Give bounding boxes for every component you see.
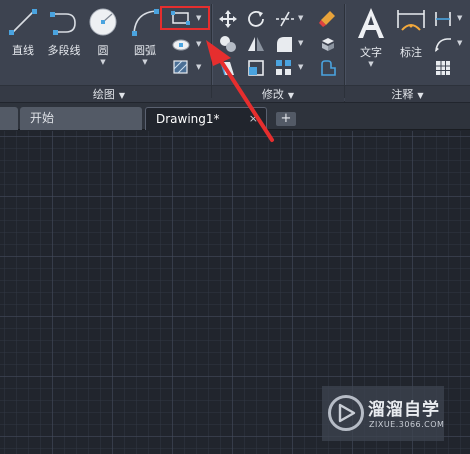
- array-button[interactable]: [274, 58, 296, 78]
- table-icon: [436, 61, 450, 75]
- tab-drawing1[interactable]: Drawing1* ×: [145, 107, 267, 130]
- dimension-button[interactable]: 标注: [393, 6, 429, 60]
- table-button[interactable]: [433, 58, 455, 78]
- explode-icon: [322, 38, 334, 51]
- tab-overflow-stub: [0, 107, 18, 130]
- stretch-button[interactable]: [218, 58, 240, 78]
- leader-icon: [435, 38, 451, 52]
- dimension-label: 标注: [400, 46, 422, 59]
- circle-dropdown-arrow[interactable]: ▼: [86, 59, 120, 66]
- line-button[interactable]: 直线: [6, 6, 40, 58]
- arc-icon: [132, 9, 159, 36]
- line-icon: [9, 9, 37, 35]
- circle-button[interactable]: 圆 ▼: [86, 6, 120, 66]
- move-icon: [219, 10, 237, 28]
- ellipse-button[interactable]: [170, 35, 192, 55]
- mirror-button[interactable]: [246, 34, 268, 54]
- linear-dimension-icon: [435, 12, 451, 26]
- move-button[interactable]: [218, 9, 240, 29]
- modify-panel-title-label: 修改: [261, 88, 284, 101]
- scale-icon: [248, 60, 264, 76]
- modify-panel-caret-icon: ▼: [287, 91, 295, 100]
- stretch-icon: [220, 61, 234, 76]
- watermark-subtitle: ZIXUE.3066.COM: [369, 420, 445, 429]
- polyline-label: 多段线: [47, 44, 81, 57]
- dimension-icon: [397, 10, 425, 31]
- fillet-icon: [277, 37, 292, 52]
- draw-panel-title-label: 绘图: [92, 88, 115, 101]
- text-icon: [358, 8, 384, 38]
- hatch-button[interactable]: [170, 58, 192, 78]
- text-dropdown-arrow[interactable]: ▼: [353, 61, 389, 68]
- hatch-icon: [173, 60, 188, 74]
- rotate-button[interactable]: [246, 9, 268, 29]
- watermark-logo-icon: [328, 395, 364, 431]
- linear-dimension-dropdown-arrow[interactable]: ▼: [457, 14, 462, 22]
- annotation-panel-title-label: 注释: [391, 88, 414, 101]
- tab-close-icon[interactable]: ×: [249, 108, 258, 130]
- leader-dropdown-arrow[interactable]: ▼: [457, 39, 462, 47]
- annotation-panel-caret-icon: ▼: [417, 91, 424, 100]
- copy-icon: [220, 36, 236, 52]
- offset-button[interactable]: [318, 58, 340, 78]
- watermark: 溜溜自学 ZIXUE.3066.COM: [322, 386, 444, 441]
- modify-panel: ▼ ▼ ▼ 修改 ▼: [212, 0, 344, 102]
- tab-drawing1-label: Drawing1*: [156, 112, 220, 126]
- ribbon: 直线 多段线 圆 ▼ 圆弧 ▼ ▼ ▼ ▼ 绘图 ▼ ▼ ▼ ▼ 修改 ▼ 文字…: [0, 0, 470, 102]
- mirror-icon: [248, 37, 264, 51]
- fillet-button[interactable]: [274, 34, 296, 54]
- arc-dropdown-arrow[interactable]: ▼: [128, 59, 162, 66]
- document-tab-bar: 开始 Drawing1* × +: [0, 103, 470, 130]
- watermark-title: 溜溜自学: [368, 400, 440, 420]
- offset-icon: [321, 60, 336, 76]
- line-label: 直线: [12, 44, 34, 57]
- tab-start[interactable]: 开始: [20, 107, 142, 130]
- modify-panel-title[interactable]: 修改 ▼: [212, 85, 344, 102]
- trim-icon: [276, 11, 294, 27]
- rotate-icon: [248, 11, 264, 27]
- linear-dimension-button[interactable]: [433, 9, 455, 29]
- polyline-button[interactable]: 多段线: [44, 6, 84, 58]
- annotation-panel-title[interactable]: 注释 ▼: [345, 85, 470, 102]
- erase-button[interactable]: [318, 9, 340, 29]
- array-dropdown-arrow[interactable]: ▼: [298, 63, 303, 71]
- arc-label: 圆弧: [134, 44, 156, 57]
- text-button[interactable]: 文字 ▼: [353, 6, 389, 68]
- trim-button[interactable]: [274, 9, 296, 29]
- ellipse-dropdown-arrow[interactable]: ▼: [196, 40, 201, 48]
- polyline-icon: [50, 12, 76, 35]
- circle-icon: [89, 8, 117, 36]
- trim-dropdown-arrow[interactable]: ▼: [298, 14, 303, 22]
- tab-start-label: 开始: [30, 111, 55, 125]
- annotation-panel: 文字 ▼ 标注 ▼ ▼ 注释 ▼: [345, 0, 470, 102]
- text-label: 文字: [360, 46, 382, 59]
- ellipse-icon: [172, 39, 190, 51]
- copy-button[interactable]: [218, 34, 240, 54]
- new-tab-button[interactable]: +: [276, 112, 296, 126]
- explode-button[interactable]: [318, 34, 340, 54]
- fillet-dropdown-arrow[interactable]: ▼: [298, 39, 303, 47]
- circle-label: 圆: [97, 44, 109, 57]
- hatch-dropdown-arrow[interactable]: ▼: [196, 63, 201, 71]
- array-icon: [276, 60, 291, 75]
- rectangle-highlight-box: [160, 6, 210, 30]
- draw-panel-title[interactable]: 绘图 ▼: [0, 85, 218, 102]
- arc-button[interactable]: 圆弧 ▼: [128, 6, 162, 66]
- erase-icon: [319, 11, 335, 27]
- scale-button[interactable]: [246, 58, 268, 78]
- leader-button[interactable]: [433, 34, 455, 54]
- draw-panel-caret-icon: ▼: [118, 91, 126, 100]
